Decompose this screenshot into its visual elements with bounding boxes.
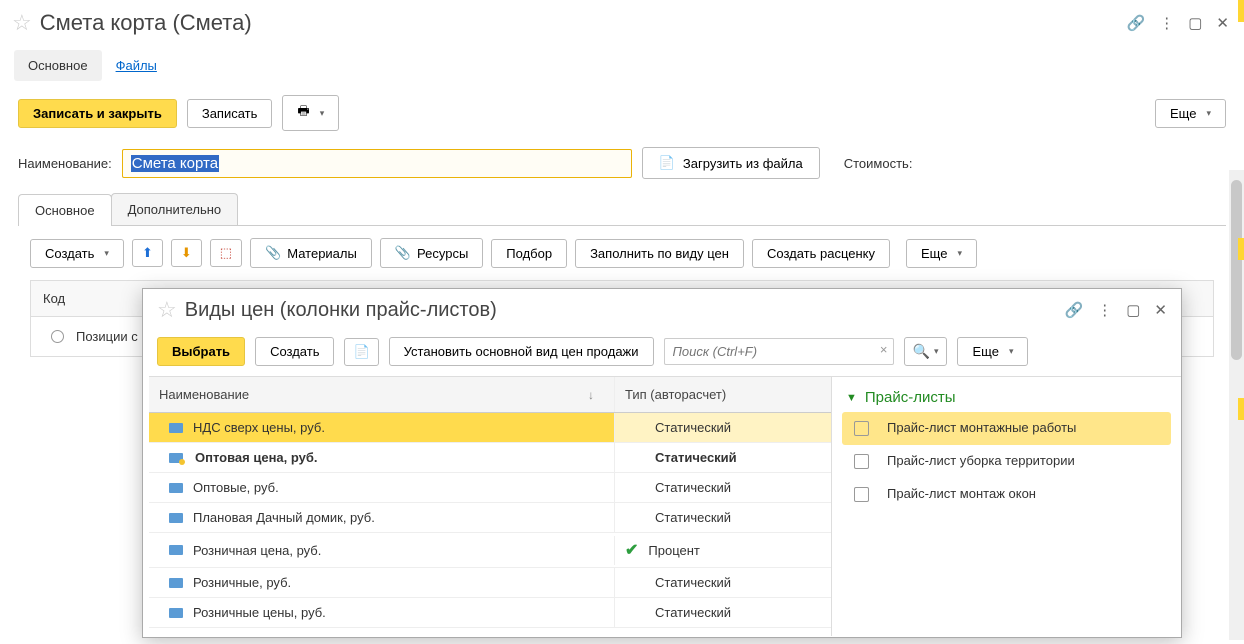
- save-button[interactable]: Записать: [187, 99, 273, 128]
- name-input[interactable]: Смета корта: [122, 149, 632, 178]
- row-type: Статический: [615, 413, 831, 442]
- row-type: Статический: [615, 473, 831, 502]
- search-clear-icon[interactable]: ×: [880, 342, 888, 357]
- price-grid: Наименование ↓ Тип (авторасчет) НДС свер…: [149, 376, 831, 636]
- delete-button[interactable]: ⬚: [210, 239, 242, 267]
- sub-more-button[interactable]: Еще: [906, 239, 977, 268]
- row-name: НДС сверх цены, руб.: [193, 420, 325, 435]
- price-grid-row[interactable]: Розничные цены, руб. Статический: [149, 598, 831, 628]
- move-down-button[interactable]: ⬇: [171, 239, 202, 267]
- price-grid-row[interactable]: Розничные, руб. Статический: [149, 568, 831, 598]
- row-name: Розничные цены, руб.: [193, 605, 326, 620]
- row-type: Статический: [615, 568, 831, 597]
- subtab-extra[interactable]: Дополнительно: [111, 193, 239, 225]
- price-grid-row[interactable]: Оптовые, руб. Статический: [149, 473, 831, 503]
- printer-icon: 🖶: [297, 102, 309, 124]
- favorite-star-icon[interactable]: ☆: [12, 10, 32, 36]
- price-grid-row[interactable]: Оптовая цена, руб. Статический: [149, 443, 831, 473]
- row-type: Статический: [615, 503, 831, 532]
- price-grid-row[interactable]: Плановая Дачный домик, руб. Статический: [149, 503, 831, 533]
- row-name: Оптовая цена, руб.: [195, 450, 318, 465]
- create-rate-button[interactable]: Создать расценку: [752, 239, 890, 268]
- nav-tabs: Основное Файлы: [14, 50, 1244, 81]
- price-grid-row[interactable]: НДС сверх цены, руб. Статический: [149, 413, 831, 443]
- name-label: Наименование:: [18, 156, 112, 171]
- maximize-icon[interactable]: ▢: [1188, 14, 1202, 32]
- resources-button[interactable]: 📎 Ресурсы: [380, 238, 483, 268]
- select-button[interactable]: Выбрать: [157, 337, 245, 366]
- window-title: Смета корта (Смета): [40, 10, 1127, 36]
- col-type-header[interactable]: Тип (авторасчет): [615, 377, 831, 412]
- page-plus-icon: 📄: [353, 344, 369, 360]
- magnifier-icon: 🔍: [913, 343, 930, 360]
- clip-icon: 📎: [265, 245, 281, 261]
- tab-files[interactable]: Файлы: [102, 50, 171, 81]
- copy-button[interactable]: 📄: [344, 338, 378, 366]
- load-file-button[interactable]: 📄 Загрузить из файла: [642, 147, 820, 179]
- main-title-bar: ☆ Смета корта (Смета) 🔗 ⋮ ▢ ✕: [0, 0, 1244, 46]
- checkbox[interactable]: [854, 487, 869, 502]
- col-name-header[interactable]: Наименование ↓: [149, 377, 615, 412]
- price-lists-panel: ▼ Прайс-листы Прайс-лист монтажные работ…: [831, 376, 1181, 636]
- dialog-maximize-icon[interactable]: ▢: [1126, 301, 1140, 319]
- tab-main[interactable]: Основное: [14, 50, 102, 81]
- dialog-star-icon[interactable]: ☆: [157, 297, 177, 323]
- price-list-item[interactable]: Прайс-лист монтаж окон: [842, 478, 1171, 511]
- price-list-label: Прайс-лист монтаж окон: [887, 486, 1036, 503]
- save-close-button[interactable]: Записать и закрыть: [18, 99, 177, 128]
- row-name: Оптовые, руб.: [193, 480, 279, 495]
- sub-tabs: Основное Дополнительно: [18, 193, 1226, 226]
- pick-button[interactable]: Подбор: [491, 239, 567, 268]
- row-type: ✔Процент: [615, 533, 831, 567]
- row-name: Плановая Дачный домик, руб.: [193, 510, 375, 525]
- price-types-dialog: ☆ Виды цен (колонки прайс-листов) 🔗 ⋮ ▢ …: [142, 288, 1182, 638]
- print-button[interactable]: 🖶: [282, 95, 339, 131]
- row-name: Розничные, руб.: [193, 575, 291, 590]
- sort-down-icon: ↓: [588, 388, 594, 402]
- close-icon[interactable]: ✕: [1216, 14, 1229, 32]
- more-button[interactable]: Еще: [1155, 99, 1226, 128]
- move-up-button[interactable]: ⬆: [132, 239, 163, 267]
- dialog-title: Виды цен (колонки прайс-листов): [185, 299, 1065, 322]
- price-list-item[interactable]: Прайс-лист уборка территории: [842, 445, 1171, 478]
- set-main-price-button[interactable]: Установить основной вид цен продажи: [389, 337, 654, 366]
- link-icon[interactable]: 🔗: [1127, 14, 1146, 32]
- chevron-down-icon: ▼: [846, 392, 857, 404]
- price-lists-header[interactable]: ▼ Прайс-листы: [842, 383, 1171, 412]
- check-icon: ✔: [625, 542, 638, 559]
- subtab-main[interactable]: Основное: [18, 194, 112, 226]
- dialog-close-icon[interactable]: ✕: [1154, 301, 1167, 319]
- row-type: Статический: [615, 443, 831, 472]
- dialog-link-icon[interactable]: 🔗: [1065, 301, 1084, 319]
- kebab-menu-icon[interactable]: ⋮: [1159, 14, 1174, 32]
- dialog-kebab-icon[interactable]: ⋮: [1097, 301, 1112, 319]
- checkbox[interactable]: [854, 421, 869, 436]
- row-type: Статический: [615, 598, 831, 627]
- dialog-create-button[interactable]: Создать: [255, 337, 334, 366]
- row-radio[interactable]: [51, 330, 64, 343]
- clip-icon: 📎: [395, 245, 411, 261]
- price-list-label: Прайс-лист монтажные работы: [887, 420, 1076, 437]
- checkbox[interactable]: [854, 454, 869, 469]
- create-button[interactable]: Создать: [30, 239, 124, 268]
- dialog-search-input[interactable]: [664, 338, 894, 365]
- cost-label: Стоимость:: [844, 156, 913, 171]
- upload-icon: 📄: [659, 155, 675, 171]
- fill-by-price-button[interactable]: Заполнить по виду цен: [575, 239, 744, 268]
- materials-button[interactable]: 📎 Материалы: [250, 238, 372, 268]
- dialog-more-button[interactable]: Еще: [957, 337, 1028, 366]
- price-list-item[interactable]: Прайс-лист монтажные работы: [842, 412, 1171, 445]
- price-grid-row[interactable]: Розничная цена, руб. ✔Процент: [149, 533, 831, 568]
- row-name: Розничная цена, руб.: [193, 543, 321, 558]
- search-run-button[interactable]: 🔍 ▾: [904, 337, 948, 366]
- price-list-label: Прайс-лист уборка территории: [887, 453, 1075, 470]
